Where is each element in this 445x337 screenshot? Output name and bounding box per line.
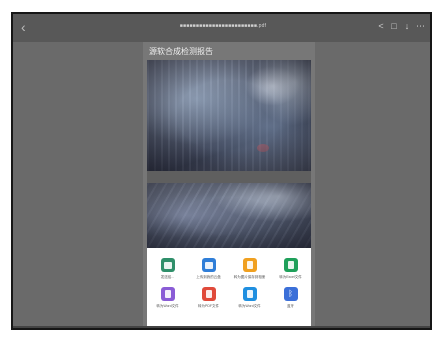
doc-icon: [242, 287, 257, 301]
share-option-cloud[interactable]: 上传到我的云盘: [188, 258, 229, 279]
share-option-label: 蓝牙: [287, 304, 294, 308]
bluetooth-icon: ᛒ: [283, 287, 298, 301]
share-option-message[interactable]: 发送给...: [147, 258, 188, 279]
share-option-image[interactable]: 转为图片保存到相册: [229, 258, 270, 279]
word-icon: [160, 287, 175, 301]
viewer-toolbar: ‹ ■■■■■■■■■■■■■■■■■■■■■■■■.pdf < □ ↓ ⋯: [13, 14, 430, 42]
back-icon[interactable]: ‹: [21, 19, 26, 35]
device-screen: ‹ ■■■■■■■■■■■■■■■■■■■■■■■■.pdf < □ ↓ ⋯ 源…: [11, 12, 432, 330]
share-option-label: 转为Word文件: [156, 304, 179, 308]
pdf-icon: [201, 287, 216, 301]
share-option-label: 转为图片保存到相册: [233, 275, 266, 279]
excel-icon: [283, 258, 298, 272]
image-icon: [242, 258, 257, 272]
share-options-grid: 发送给... 上传到我的云盘 转为图片保存到相册 转为Excel文件转为Word文件 转…: [147, 258, 311, 308]
share-option-label: 转为Word文件: [238, 304, 261, 308]
inspection-photo-1: [147, 60, 311, 171]
share-option-bluetooth[interactable]: ᛒ 蓝牙: [270, 287, 311, 308]
message-icon: [160, 258, 175, 272]
share-icon[interactable]: <: [377, 19, 385, 33]
bookmark-icon[interactable]: □: [390, 19, 398, 33]
share-option-label: 发送给...: [160, 275, 175, 279]
page-divider: [147, 171, 311, 183]
share-option-word[interactable]: 转为Word文件: [147, 287, 188, 308]
download-icon[interactable]: ↓: [403, 19, 411, 33]
share-option-label: 转为Excel文件: [279, 275, 302, 279]
cloud-icon: [201, 258, 216, 272]
inspection-photo-2: [147, 183, 311, 248]
share-option-label: 上传到我的云盘: [196, 275, 221, 279]
toolbar-actions: < □ ↓ ⋯: [377, 19, 425, 33]
share-option-excel[interactable]: 转为Excel文件: [270, 258, 311, 279]
share-sheet: 发送给... 上传到我的云盘 转为图片保存到相册 转为Excel文件转为Word文件 转…: [147, 248, 311, 328]
share-option-doc[interactable]: 转为Word文件: [229, 287, 270, 308]
document-title: 源软合成检测报告: [149, 47, 213, 56]
document-page: 源软合成检测报告 发送给... 上传到我的云盘 转为图片保存到相册 转为Excel文件…: [143, 42, 315, 328]
share-option-label: 转为PDF文件: [198, 304, 219, 308]
document-url: ■■■■■■■■■■■■■■■■■■■■■■■■.pdf: [179, 23, 267, 29]
share-option-pdf[interactable]: 转为PDF文件: [188, 287, 229, 308]
more-icon[interactable]: ⋯: [416, 19, 425, 33]
screen-bottom-edge: [13, 326, 430, 328]
